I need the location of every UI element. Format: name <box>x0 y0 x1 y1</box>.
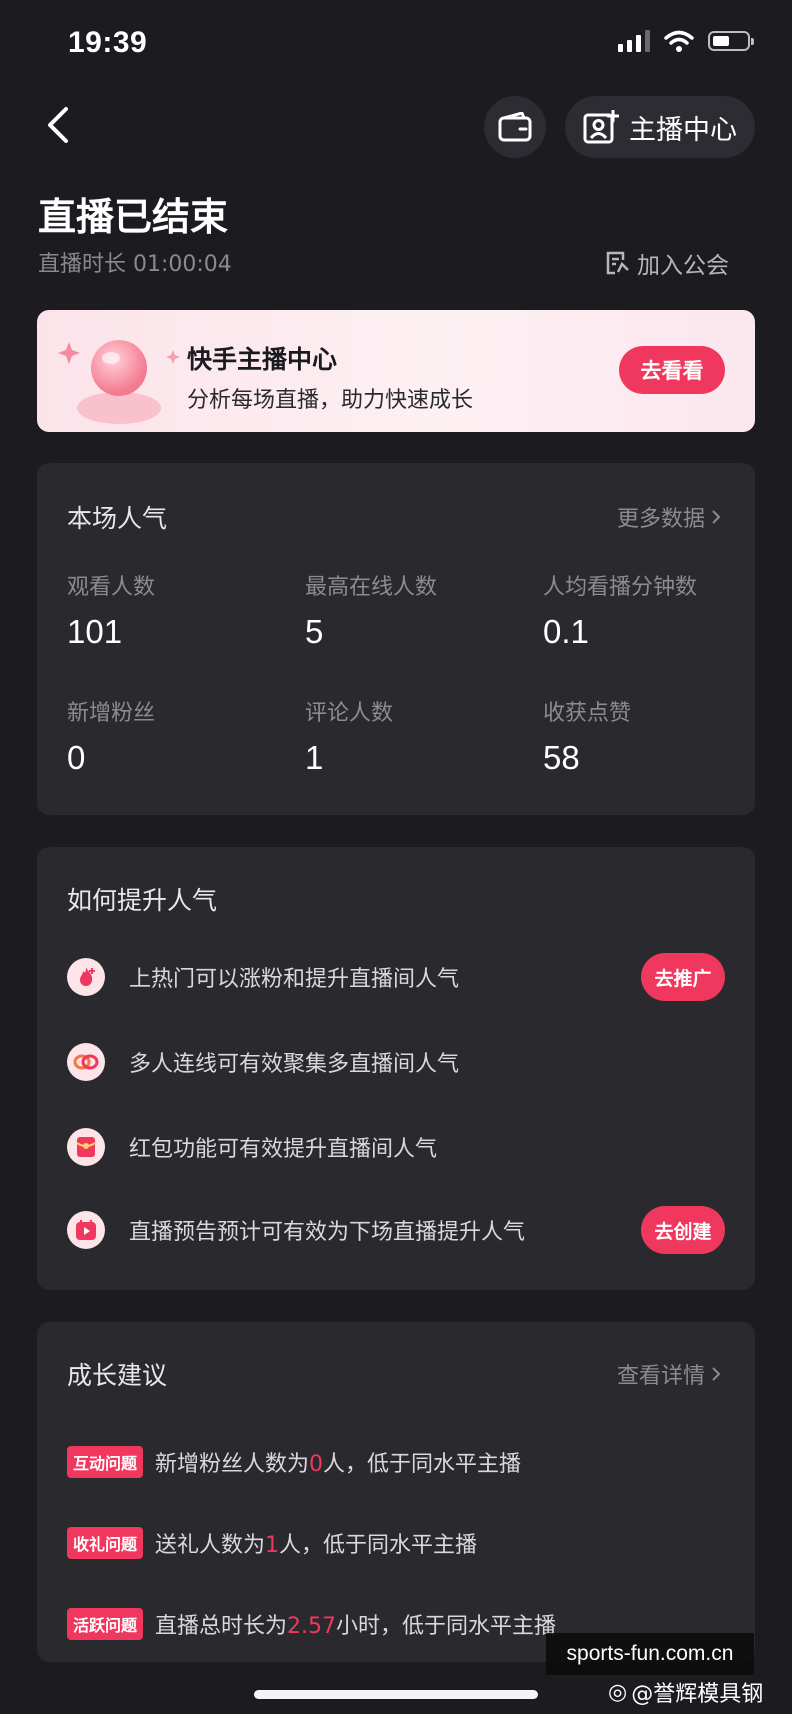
join-guild-link[interactable]: 加入公会 <box>605 246 729 280</box>
promote-button[interactable]: 去推广 <box>641 953 725 1001</box>
stat-label-peak-online: 最高在线人数 <box>305 575 438 600</box>
tip-row: 多人连线可有效聚集多直播间人气 <box>67 1037 725 1087</box>
issue-tag: 活跃问题 <box>67 1608 144 1640</box>
create-button[interactable]: 去创建 <box>641 1206 725 1254</box>
stat-value-viewers: 101 <box>67 613 123 650</box>
wallet-icon <box>498 112 532 142</box>
more-data-label: 更多数据 <box>616 507 705 532</box>
advice-row: 收礼问题 送礼人数为1人，低于同水平主播 <box>67 1527 477 1559</box>
red-packet-icon <box>67 1128 105 1166</box>
stat-label-new-fans: 新增粉丝 <box>67 701 156 726</box>
wifi-icon <box>664 30 694 52</box>
chevron-right-icon <box>712 510 721 524</box>
stat-value-commenters: 1 <box>305 739 324 776</box>
issue-tag: 互动问题 <box>67 1446 144 1478</box>
issue-tag: 收礼问题 <box>67 1527 144 1559</box>
link-icon <box>67 1043 105 1081</box>
stat-value-new-fans: 0 <box>67 739 86 776</box>
anchor-center-banner[interactable]: 快手主播中心 分析每场直播，助力快速成长 去看看 <box>37 310 755 432</box>
calendar-icon <box>67 1211 105 1249</box>
growth-advice-card: 成长建议 查看详情 互动问题 新增粉丝人数为0人，低于同水平主播 收礼问题 送礼… <box>37 1322 755 1662</box>
growth-title: 成长建议 <box>67 1361 168 1390</box>
chevron-right-icon <box>712 1367 721 1381</box>
anchor-center-button[interactable]: 主播中心 <box>565 96 755 158</box>
stat-label-avg-minutes: 人均看播分钟数 <box>543 575 698 600</box>
hot-icon <box>67 958 105 996</box>
status-time: 19:39 <box>68 26 148 59</box>
stat-label-viewers: 观看人数 <box>67 575 156 600</box>
advice-row: 活跃问题 直播总时长为2.57小时，低于同水平主播 <box>67 1608 556 1640</box>
tip-row: 红包功能可有效提升直播间人气 <box>67 1122 725 1172</box>
tip-row: 上热门可以涨粉和提升直播间人气 去推广 <box>67 952 725 1002</box>
banner-title: 快手主播中心 <box>187 345 338 374</box>
tip-text: 多人连线可有效聚集多直播间人气 <box>129 1052 460 1077</box>
tip-text: 直播预告预计可有效为下场直播提升人气 <box>129 1220 526 1245</box>
improve-popularity-card: 如何提升人气 上热门可以涨粉和提升直播间人气 去推广 多人连线可有效聚集多直播间… <box>37 847 755 1290</box>
signal-icon <box>618 30 650 52</box>
weibo-icon: ◎ <box>608 1679 628 1705</box>
anchor-center-label: 主播中心 <box>629 114 737 146</box>
banner-subtitle: 分析每场直播，助力快速成长 <box>187 388 474 413</box>
popularity-card: 本场人气 更多数据 观看人数 101 最高在线人数 5 人均看播分钟数 0.1 … <box>37 463 755 815</box>
popularity-title: 本场人气 <box>67 504 168 533</box>
back-icon[interactable] <box>42 105 78 145</box>
stat-label-likes: 收获点赞 <box>543 701 632 726</box>
stat-value-likes: 58 <box>543 739 580 776</box>
join-guild-label: 加入公会 <box>637 253 729 279</box>
advice-row: 互动问题 新增粉丝人数为0人，低于同水平主播 <box>67 1446 521 1478</box>
anchor-profile-icon <box>583 110 619 144</box>
view-details-label: 查看详情 <box>616 1364 705 1389</box>
stat-value-avg-minutes: 0.1 <box>543 613 589 650</box>
watermark-site: sports-fun.com.cn <box>546 1633 754 1675</box>
advice-text: 送礼人数为1人，低于同水平主播 <box>155 1533 478 1558</box>
live-duration: 直播时长 01:00:04 <box>38 252 232 277</box>
page-title: 直播已结束 <box>38 195 229 239</box>
banner-bubble-icon <box>58 340 180 424</box>
improve-title: 如何提升人气 <box>67 886 218 915</box>
stat-value-peak-online: 5 <box>305 613 324 650</box>
more-data-link[interactable]: 更多数据 <box>617 501 721 533</box>
tip-text: 上热门可以涨粉和提升直播间人气 <box>129 967 460 992</box>
status-icons <box>618 30 754 52</box>
guild-icon <box>606 251 629 275</box>
advice-text: 新增粉丝人数为0人，低于同水平主播 <box>155 1452 522 1477</box>
tip-row: 直播预告预计可有效为下场直播提升人气 去创建 <box>67 1205 725 1255</box>
watermark-author: ◎ @誉辉模具钢 <box>608 1676 763 1708</box>
tip-text: 红包功能可有效提升直播间人气 <box>129 1137 438 1162</box>
watermark-author-label: @誉辉模具钢 <box>631 1682 764 1707</box>
home-indicator[interactable] <box>254 1690 538 1699</box>
stat-label-commenters: 评论人数 <box>305 701 394 726</box>
wallet-button[interactable] <box>484 96 546 158</box>
go-see-button[interactable]: 去看看 <box>619 346 725 394</box>
advice-text: 直播总时长为2.57小时，低于同水平主播 <box>155 1614 557 1639</box>
battery-icon <box>708 31 754 51</box>
view-details-link[interactable]: 查看详情 <box>617 1358 721 1390</box>
